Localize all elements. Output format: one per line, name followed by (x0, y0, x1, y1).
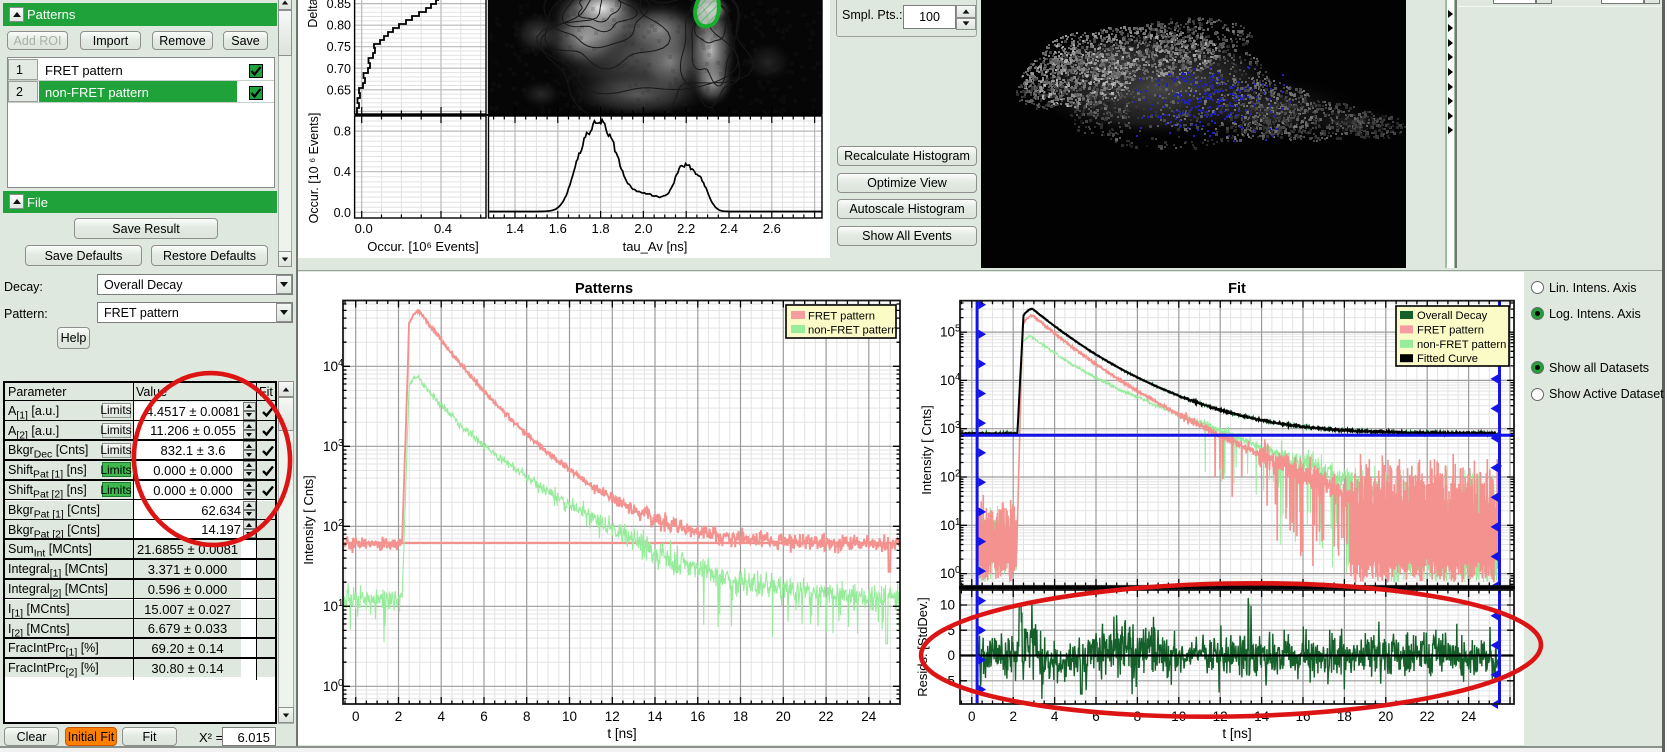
svg-text:Fitted Curve: Fitted Curve (1417, 353, 1478, 365)
svg-text:4: 4 (437, 709, 445, 724)
svg-text:Patterns: Patterns (575, 281, 633, 297)
svg-text:2.4: 2.4 (720, 221, 738, 236)
svg-text:10: 10 (562, 709, 577, 724)
svg-text:1: 1 (338, 598, 343, 609)
svg-text:3: 3 (338, 438, 343, 449)
svg-text:0.4: 0.4 (334, 165, 351, 179)
svg-text:8: 8 (523, 709, 531, 724)
svg-text:0.70: 0.70 (327, 62, 351, 76)
svg-text:10: 10 (323, 519, 338, 534)
svg-text:1.8: 1.8 (592, 221, 610, 236)
svg-text:5: 5 (955, 324, 960, 335)
svg-text:6: 6 (480, 709, 488, 724)
svg-text:24: 24 (861, 709, 877, 724)
svg-text:10: 10 (940, 421, 955, 436)
svg-text:18: 18 (733, 709, 748, 724)
svg-text:2: 2 (395, 709, 403, 724)
svg-text:10: 10 (323, 599, 338, 614)
svg-text:0.4: 0.4 (434, 221, 452, 236)
svg-text:12: 12 (605, 709, 620, 724)
svg-text:t [ns]: t [ns] (607, 726, 636, 741)
svg-text:16: 16 (690, 709, 705, 724)
svg-text:0.65: 0.65 (327, 83, 351, 97)
svg-text:Delta: Delta (306, 0, 320, 28)
svg-text:0.0: 0.0 (334, 206, 351, 220)
svg-text:10: 10 (323, 439, 338, 454)
svg-text:10: 10 (940, 373, 955, 388)
svg-text:3: 3 (955, 420, 960, 431)
svg-text:4: 4 (955, 372, 961, 383)
svg-text:1.4: 1.4 (506, 221, 524, 236)
svg-text:Intensity [ Cnts]: Intensity [ Cnts] (919, 405, 934, 495)
svg-text:10: 10 (940, 325, 955, 340)
svg-text:0.0: 0.0 (355, 221, 373, 236)
svg-text:0.8: 0.8 (334, 125, 351, 139)
svg-text:Occur. [10 ⁶ Events]: Occur. [10 ⁶ Events] (307, 113, 321, 224)
svg-text:2: 2 (338, 518, 343, 529)
svg-text:10: 10 (323, 359, 338, 374)
svg-text:0: 0 (338, 678, 344, 689)
svg-text:FRET pattern: FRET pattern (1417, 324, 1484, 336)
svg-text:Overall Decay: Overall Decay (1417, 310, 1488, 322)
svg-text:tau_Av [ns]: tau_Av [ns] (623, 239, 688, 254)
svg-text:non-FRET pattern: non-FRET pattern (808, 325, 897, 337)
svg-text:2.0: 2.0 (634, 221, 652, 236)
svg-text:0: 0 (352, 709, 360, 724)
svg-text:2.2: 2.2 (677, 221, 695, 236)
svg-text:1: 1 (955, 517, 960, 528)
svg-text:22: 22 (819, 709, 834, 724)
svg-text:2.6: 2.6 (763, 221, 781, 236)
svg-text:1.6: 1.6 (549, 221, 567, 236)
svg-text:20: 20 (776, 709, 791, 724)
svg-text:Occur. [10⁶ Events]: Occur. [10⁶ Events] (367, 239, 479, 254)
svg-text:0.85: 0.85 (327, 0, 351, 11)
svg-text:4: 4 (338, 358, 344, 369)
svg-text:0.75: 0.75 (327, 40, 351, 54)
svg-text:10: 10 (940, 518, 955, 533)
svg-text:0.80: 0.80 (327, 19, 351, 33)
svg-text:2: 2 (955, 469, 960, 480)
svg-text:14: 14 (648, 709, 664, 724)
svg-text:non-FRET pattern: non-FRET pattern (1417, 339, 1506, 351)
svg-text:FRET pattern: FRET pattern (808, 311, 875, 323)
svg-text:10: 10 (940, 470, 955, 485)
svg-text:10: 10 (323, 679, 338, 694)
svg-text:Fit: Fit (1228, 281, 1246, 297)
